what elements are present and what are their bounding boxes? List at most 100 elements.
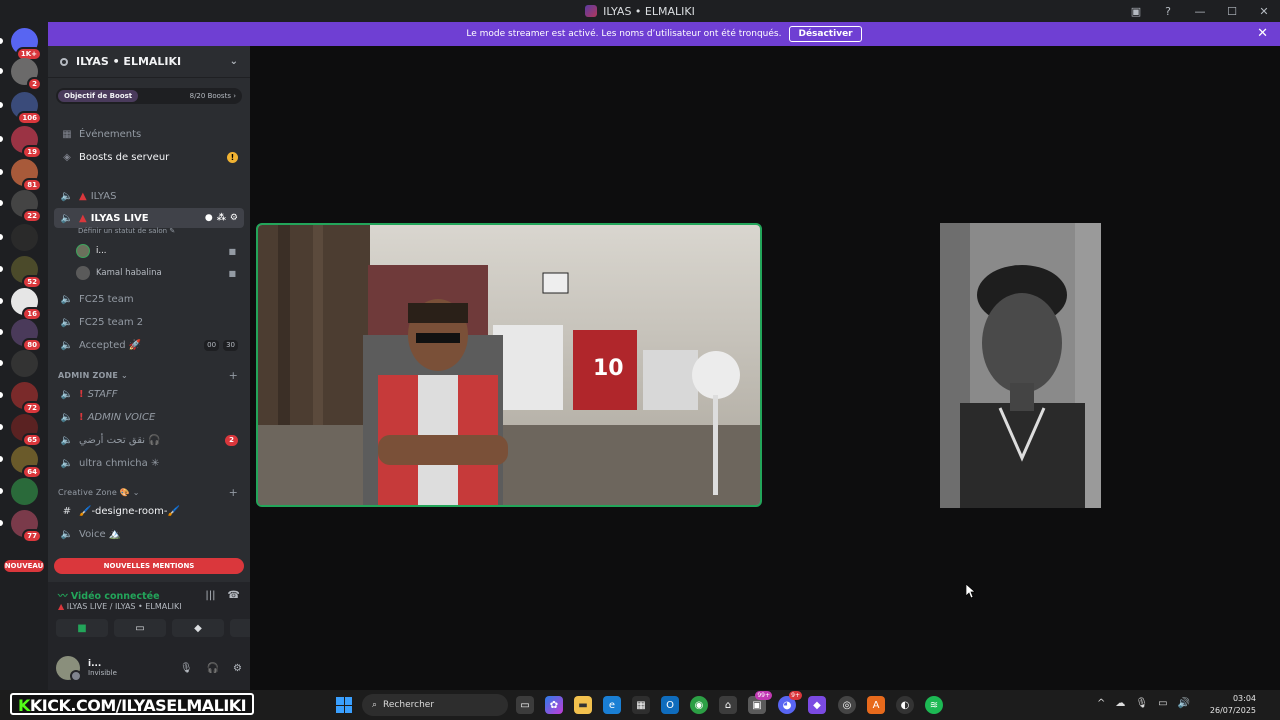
nav-server-boosts[interactable]: ◈ Boosts de serveur ! — [54, 147, 244, 167]
clock-time: 03:04 — [1232, 694, 1256, 703]
task-view-icon[interactable]: ▭ — [516, 696, 534, 714]
avatar[interactable] — [56, 656, 82, 682]
channel-status-prompt[interactable]: Définir un statut de salon ✎ — [78, 227, 175, 235]
channel-admin-voice[interactable]: 🔈 ! ADMIN VOICE — [54, 407, 244, 427]
channel-arabic[interactable]: 🔈 نقق تحت أرضي 🎧 2 — [54, 430, 244, 450]
screen-share-button[interactable]: ▭ — [114, 619, 166, 637]
chat-icon[interactable]: ● — [205, 213, 213, 223]
server-icon[interactable]: 2 — [0, 58, 42, 91]
minimize-icon[interactable]: — — [1184, 0, 1216, 22]
channel-accepted[interactable]: 🔈 Accepted 🚀 00 30 — [54, 335, 244, 355]
headphones-icon[interactable]: 🎧 — [207, 663, 219, 674]
clock[interactable]: 03:04 26/07/2025 — [1210, 693, 1256, 717]
new-mentions-button[interactable]: NOUVELLES MENTIONS — [54, 558, 244, 574]
cloud-icon[interactable]: ☁ — [1115, 698, 1125, 709]
video-tile-guest[interactable] — [940, 223, 1101, 508]
server-icon[interactable] — [0, 224, 38, 251]
gear-icon[interactable]: ⚙ — [230, 213, 238, 223]
discord-icon[interactable]: ◕ 9+ — [778, 691, 802, 714]
camera-icon: ■ — [228, 246, 236, 256]
channel-fc25-team-2[interactable]: 🔈 FC25 team 2 — [54, 312, 244, 332]
maximize-icon[interactable]: ☐ — [1216, 0, 1248, 22]
app-icon[interactable]: ▣ 99+ — [748, 691, 772, 714]
taskbar-search[interactable]: ⌕ Rechercher — [362, 694, 508, 716]
soundboard-button[interactable]: ✦ — [230, 619, 250, 637]
server-icon[interactable]: 16 — [0, 288, 42, 321]
category-admin-zone[interactable]: ADMIN ZONE ⌄ + — [58, 369, 238, 382]
channel-voice[interactable]: 🔈 Voice 🏔️ — [54, 524, 244, 544]
new-badge[interactable]: NOUVEAU — [4, 560, 44, 572]
app-icon[interactable]: ◐ — [896, 696, 914, 714]
gear-icon[interactable]: ⚙ — [233, 663, 242, 674]
copilot-icon[interactable]: ✿ — [545, 696, 563, 714]
microphone-icon[interactable]: 🎙 — [180, 663, 193, 674]
channel-ultra-chmicha[interactable]: 🔈 ultra chmicha ✳ — [54, 453, 244, 473]
video-tile-streamer[interactable]: 10 — [256, 223, 762, 507]
server-icon[interactable]: 65 — [0, 414, 42, 447]
windows-start-icon[interactable] — [336, 697, 352, 713]
server-icon[interactable]: 1K+ — [0, 28, 42, 61]
microphone-icon[interactable]: 🎙 — [1135, 698, 1148, 709]
nav-events[interactable]: ▦ Événements — [54, 124, 244, 144]
server-icon[interactable]: 106 — [0, 92, 42, 125]
channel-fc25-team[interactable]: 🔈 FC25 team — [54, 289, 244, 309]
category-creative-zone[interactable]: Creative Zone 🎨 ⌄ + — [58, 486, 238, 499]
app-icon[interactable]: ⌂ — [719, 696, 737, 714]
guild-header[interactable]: ILYAS • ELMALIKI ⌄ — [48, 46, 250, 78]
voice-user[interactable]: Kamal habalina ■ — [76, 264, 244, 282]
gamepad-icon: ◆ — [194, 622, 202, 634]
voice-location[interactable]: ▲ ILYAS LIVE / ILYAS • ELMALIKI — [58, 602, 182, 611]
unread-indicator — [0, 136, 3, 142]
disable-streamer-button[interactable]: Désactiver — [789, 26, 862, 42]
channel-ilyas-live[interactable]: 🔈 ▲ ILYAS LIVE ● ⁂ ⚙ — [54, 208, 244, 228]
outlook-icon[interactable]: O — [661, 696, 679, 714]
server-icon[interactable]: 77 — [0, 510, 42, 543]
speaker-icon: 🔈 — [60, 212, 74, 224]
exclamation-icon: ! — [79, 411, 84, 423]
channel-designe-room[interactable]: # 🖌️-designe-room-🖌️ — [54, 501, 244, 521]
disconnect-icon[interactable]: ☎ — [228, 590, 240, 601]
noise-suppression-icon[interactable]: ||| — [205, 590, 215, 601]
channel-staff[interactable]: 🔈 ! STAFF — [54, 384, 244, 404]
display-icon[interactable]: ▭ — [1158, 698, 1167, 709]
channel-label: FC25 team 2 — [79, 316, 144, 328]
server-icon[interactable] — [0, 478, 38, 505]
boost-goal[interactable]: Objectif de Boost 8/20 Boosts › — [56, 88, 242, 104]
server-icon[interactable]: 81 — [0, 159, 42, 192]
system-tray: ^ ☁ 🎙 ▭ 🔊 — [1097, 698, 1190, 709]
voice-user[interactable]: i... ■ — [76, 242, 244, 260]
chrome-icon[interactable]: ◉ — [690, 696, 708, 714]
obs-icon[interactable]: ◎ — [838, 696, 856, 714]
chevron-up-icon[interactable]: ^ — [1097, 698, 1105, 709]
server-icon[interactable] — [0, 350, 38, 377]
server-icon[interactable]: 80 — [0, 319, 42, 352]
chevron-down-icon: ⌄ — [229, 56, 238, 67]
file-explorer-icon[interactable]: ▬ — [574, 696, 592, 714]
spotify-icon[interactable]: ≋ — [925, 696, 943, 714]
activity-button[interactable]: ◆ — [172, 619, 224, 637]
server-icon[interactable]: 19 — [0, 126, 42, 159]
add-channel-icon[interactable]: + — [229, 486, 238, 499]
close-icon[interactable]: ✕ — [1257, 26, 1268, 41]
close-icon[interactable]: ✕ — [1248, 0, 1280, 22]
notification-badge: 9+ — [789, 691, 802, 700]
add-channel-icon[interactable]: + — [229, 369, 238, 382]
inbox-icon[interactable]: ▣ — [1120, 0, 1152, 22]
edge-icon[interactable]: e — [603, 696, 621, 714]
app-icon[interactable]: A — [867, 696, 885, 714]
server-icon[interactable]: 64 — [0, 446, 42, 479]
server-icon[interactable]: 72 — [0, 382, 42, 415]
speaker-icon: 🔈 — [60, 339, 74, 351]
server-icon[interactable]: 52 — [0, 256, 42, 289]
avatar — [76, 244, 90, 258]
volume-icon[interactable]: 🔊 — [1178, 698, 1190, 709]
server-icon[interactable]: 22 — [0, 190, 42, 223]
speaker-icon: 🔈 — [60, 293, 74, 305]
help-icon[interactable]: ? — [1152, 0, 1184, 22]
gamepad-icon[interactable]: ◆ — [808, 696, 826, 714]
channel-ilyas[interactable]: 🔈 ▲ ILYAS — [54, 186, 244, 206]
store-icon[interactable]: ▦ — [632, 696, 650, 714]
add-member-icon[interactable]: ⁂ — [217, 213, 226, 223]
speaker-icon: 🔈 — [60, 316, 74, 328]
camera-button[interactable]: ■ — [56, 619, 108, 637]
